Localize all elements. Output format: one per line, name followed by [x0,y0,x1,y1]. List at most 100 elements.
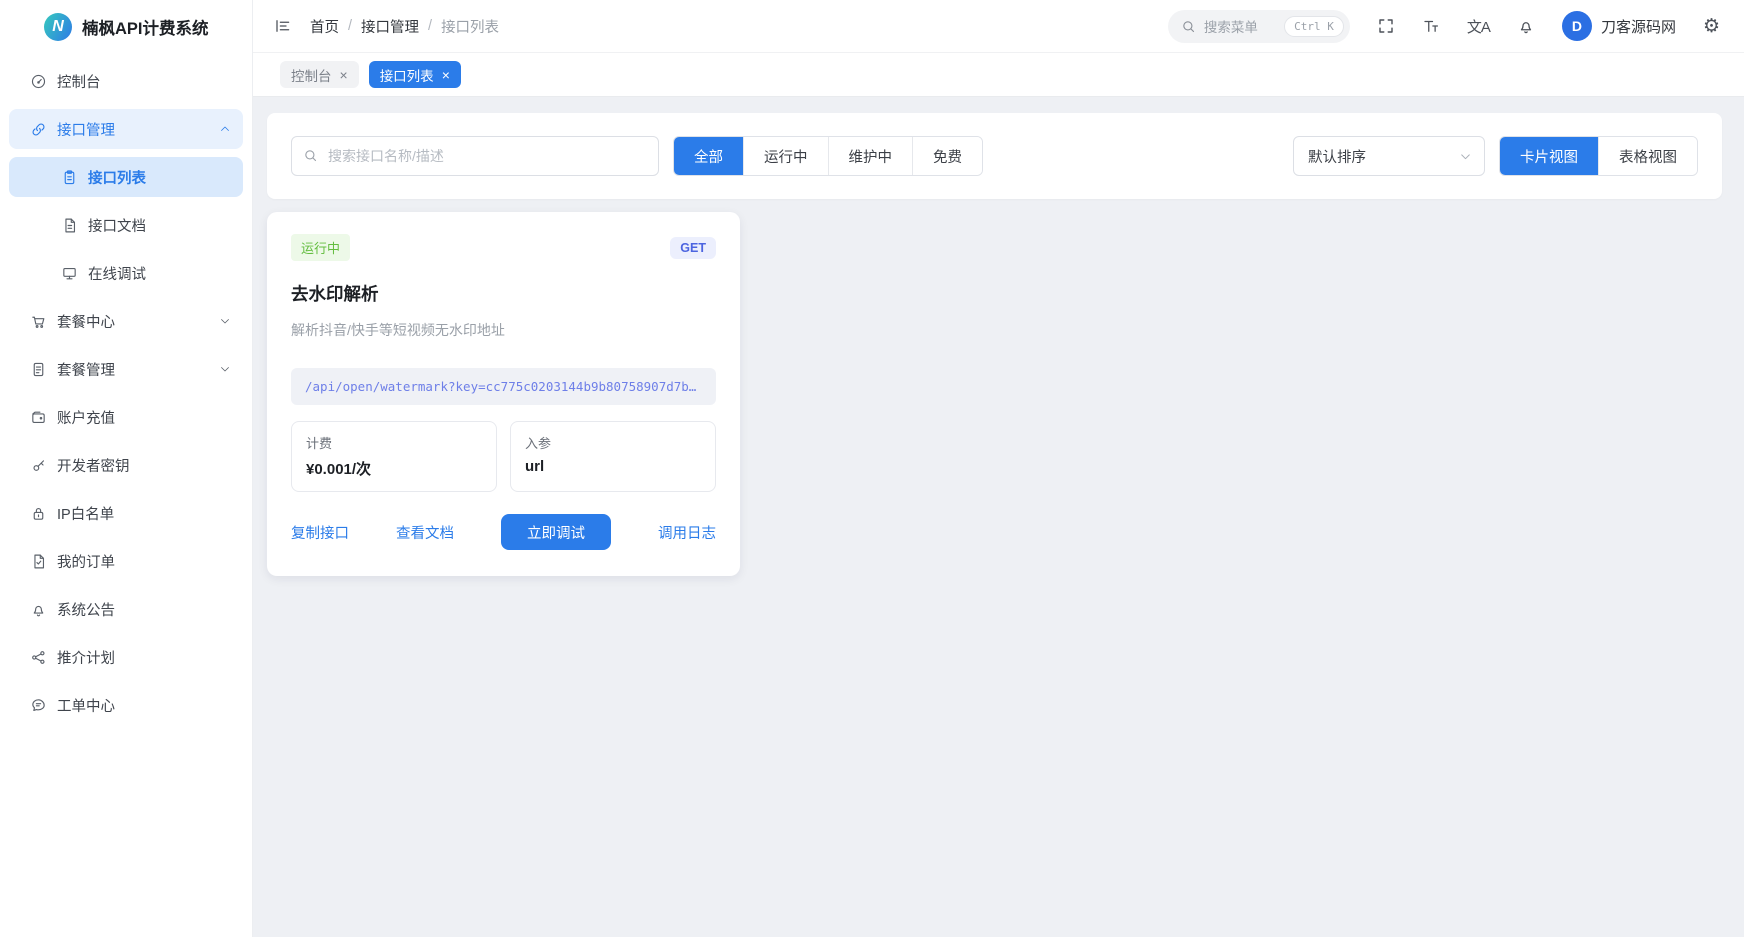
order-check-icon [30,553,47,570]
filter-all-button[interactable]: 全部 [674,137,743,175]
document-icon [61,217,78,234]
dashboard-icon [30,73,47,90]
sidebar-item-package-management[interactable]: 套餐管理 [9,349,243,389]
sidebar: N 楠枫API计费系统 控制台 接口管理 接口列表 接口文档 [0,0,253,937]
breadcrumb: 首页 / 接口管理 / 接口列表 [310,16,499,37]
sort-select[interactable]: 默认排序 [1293,136,1485,176]
chat-icon [30,697,47,714]
sidebar-item-label: 接口文档 [88,215,231,236]
sidebar-item-label: 控制台 [57,71,231,92]
breadcrumb-separator: / [428,18,432,34]
tab-console[interactable]: 控制台 × [280,61,359,88]
sidebar-item-api-list[interactable]: 接口列表 [9,157,243,197]
lock-icon [30,505,47,522]
sidebar-item-label: 在线调试 [88,263,231,284]
search-icon [303,148,318,163]
menu-search-placeholder: 搜索菜单 [1204,16,1276,36]
copy-api-button[interactable]: 复制接口 [291,522,349,543]
sort-selected-value: 默认排序 [1308,146,1459,167]
sidebar-item-ticket-center[interactable]: 工单中心 [9,685,243,725]
stat-label: 计费 [306,433,482,452]
api-title: 去水印解析 [291,281,716,306]
sidebar-item-developer-keys[interactable]: 开发者密钥 [9,445,243,485]
api-stats: 计费 ¥0.001/次 入参 url [291,421,716,492]
sidebar-item-my-orders[interactable]: 我的订单 [9,541,243,581]
key-icon [30,457,47,474]
tab-bar: 控制台 × 接口列表 × [253,53,1744,97]
cart-icon [30,313,47,330]
close-icon[interactable]: × [442,68,450,82]
table-view-button[interactable]: 表格视图 [1598,137,1697,175]
sidebar-item-label: 账户充值 [57,407,231,428]
app-title: 楠枫API计费系统 [82,15,209,39]
avatar: D [1562,11,1592,41]
sidebar-item-console[interactable]: 控制台 [9,61,243,101]
sidebar-item-system-announcements[interactable]: 系统公告 [9,589,243,629]
sidebar-item-label: 工单中心 [57,695,231,716]
sidebar-item-label: 推介计划 [57,647,231,668]
debug-now-button[interactable]: 立即调试 [501,514,611,550]
sidebar-item-online-debug[interactable]: 在线调试 [9,253,243,293]
card-view-button[interactable]: 卡片视图 [1500,137,1598,175]
sidebar-menu: 控制台 接口管理 接口列表 接口文档 在线调试 套餐中心 [0,53,252,733]
api-endpoint-text: /api/open/watermark?key=cc775c0203144b9b… [305,379,696,394]
user-name: 刀客源码网 [1601,16,1676,37]
user-menu[interactable]: D 刀客源码网 [1562,11,1676,41]
sidebar-item-referral-program[interactable]: 推介计划 [9,637,243,677]
close-icon[interactable]: × [340,68,348,82]
stat-params: 入参 url [510,421,716,492]
chevron-down-icon [219,315,231,327]
filter-maintenance-button[interactable]: 维护中 [828,137,913,175]
chevron-down-icon [219,363,231,375]
api-card: 运行中 GET 去水印解析 解析抖音/快手等短视频无水印地址 /api/open… [267,212,740,576]
font-size-icon[interactable] [1422,17,1440,35]
stat-billing: 计费 ¥0.001/次 [291,421,497,492]
view-toggle-group: 卡片视图 表格视图 [1499,136,1698,176]
stat-value: url [525,458,701,475]
sidebar-item-ip-whitelist[interactable]: IP白名单 [9,493,243,533]
bell-icon [30,601,47,618]
stat-label: 入参 [525,433,701,452]
notification-bell-icon[interactable] [1517,17,1535,35]
translate-icon[interactable]: 文A [1467,16,1490,37]
breadcrumb-home[interactable]: 首页 [310,16,339,37]
menu-fold-icon[interactable] [274,17,292,35]
sidebar-item-account-recharge[interactable]: 账户充值 [9,397,243,437]
share-icon [30,649,47,666]
sidebar-item-label: 系统公告 [57,599,231,620]
breadcrumb-separator: / [348,18,352,34]
status-badge: 运行中 [291,234,350,261]
settings-gear-icon[interactable]: ⚙ [1703,17,1720,36]
api-description: 解析抖音/快手等短视频无水印地址 [291,320,716,340]
menu-search[interactable]: 搜索菜单 Ctrl K [1168,10,1350,43]
view-docs-button[interactable]: 查看文档 [396,522,454,543]
shortcut-badge: Ctrl K [1284,16,1344,37]
api-search-input[interactable] [291,136,659,176]
app-logo[interactable]: N 楠枫API计费系统 [0,0,252,53]
clipboard-list-icon [61,169,78,186]
sidebar-item-api-management[interactable]: 接口管理 [9,109,243,149]
logo-icon: N [44,13,72,41]
sidebar-item-label: 开发者密钥 [57,455,231,476]
api-search-field [291,136,659,176]
stat-value: ¥0.001/次 [306,458,482,479]
sidebar-item-api-docs[interactable]: 接口文档 [9,205,243,245]
chevron-down-icon [1459,150,1472,163]
tab-api-list[interactable]: 接口列表 × [369,61,461,88]
sidebar-item-label: 接口列表 [88,167,231,188]
filter-free-button[interactable]: 免费 [912,137,982,175]
api-endpoint[interactable]: /api/open/watermark?key=cc775c0203144b9b… [291,368,716,405]
filter-running-button[interactable]: 运行中 [743,137,828,175]
breadcrumb-api-management[interactable]: 接口管理 [361,16,419,37]
sidebar-item-label: IP白名单 [57,503,231,524]
top-header: 首页 / 接口管理 / 接口列表 搜索菜单 Ctrl K 文A D [253,0,1744,53]
app-root: N 楠枫API计费系统 控制台 接口管理 接口列表 接口文档 [0,0,1744,937]
search-icon [1181,19,1196,34]
tab-label: 接口列表 [380,65,434,85]
call-logs-button[interactable]: 调用日志 [658,522,716,543]
tab-label: 控制台 [291,65,332,85]
sidebar-item-label: 我的订单 [57,551,231,572]
sidebar-item-package-center[interactable]: 套餐中心 [9,301,243,341]
fullscreen-icon[interactable] [1377,17,1395,35]
chevron-up-icon [219,123,231,135]
